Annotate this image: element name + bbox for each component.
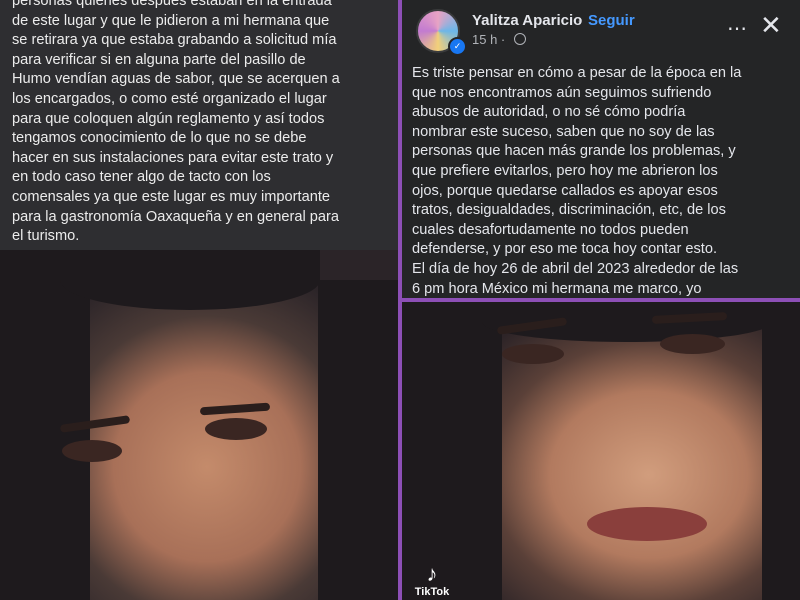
right-eye-right — [660, 334, 725, 354]
tiktok-label: TikTok — [414, 586, 450, 598]
story-ring-icon: ✓ — [448, 37, 467, 56]
right-hair-left — [402, 302, 502, 600]
left-hair-top — [60, 250, 320, 310]
left-eye-left — [62, 440, 122, 462]
post-body-text: Es triste pensar en cómo a pesar de la é… — [412, 65, 742, 297]
left-eye-right — [205, 418, 267, 440]
author-name[interactable]: Yalitza Aparicio — [472, 12, 582, 29]
follow-button[interactable]: Seguir — [588, 12, 635, 29]
more-options-icon[interactable]: ⋯ — [727, 16, 748, 41]
left-brow-right — [199, 402, 271, 416]
left-hair-right — [318, 280, 398, 600]
globe-icon — [514, 33, 526, 45]
left-photo — [0, 250, 398, 600]
separator-dot: · — [577, 12, 582, 29]
tiktok-logo-icon: ♪ — [426, 561, 438, 586]
post-timestamp[interactable]: 15 h · — [472, 32, 505, 47]
close-icon[interactable]: ✕ — [760, 10, 782, 41]
right-photo: ♪ TikTok — [402, 302, 800, 600]
post-header: ✓ Yalitza Aparicio · Seguir 15 h · ⋯ ✕ — [402, 0, 800, 58]
left-text-panel: personas quienes después estaban en la e… — [0, 0, 398, 250]
facebook-post: ✓ Yalitza Aparicio · Seguir 15 h · ⋯ ✕ E… — [402, 0, 800, 298]
right-eye-left — [502, 344, 564, 364]
tiktok-watermark: ♪ TikTok — [412, 561, 452, 599]
right-mouth — [587, 507, 707, 541]
left-post-text: personas quienes después estaban en la e… — [12, 0, 340, 245]
right-hair-right — [762, 302, 800, 600]
